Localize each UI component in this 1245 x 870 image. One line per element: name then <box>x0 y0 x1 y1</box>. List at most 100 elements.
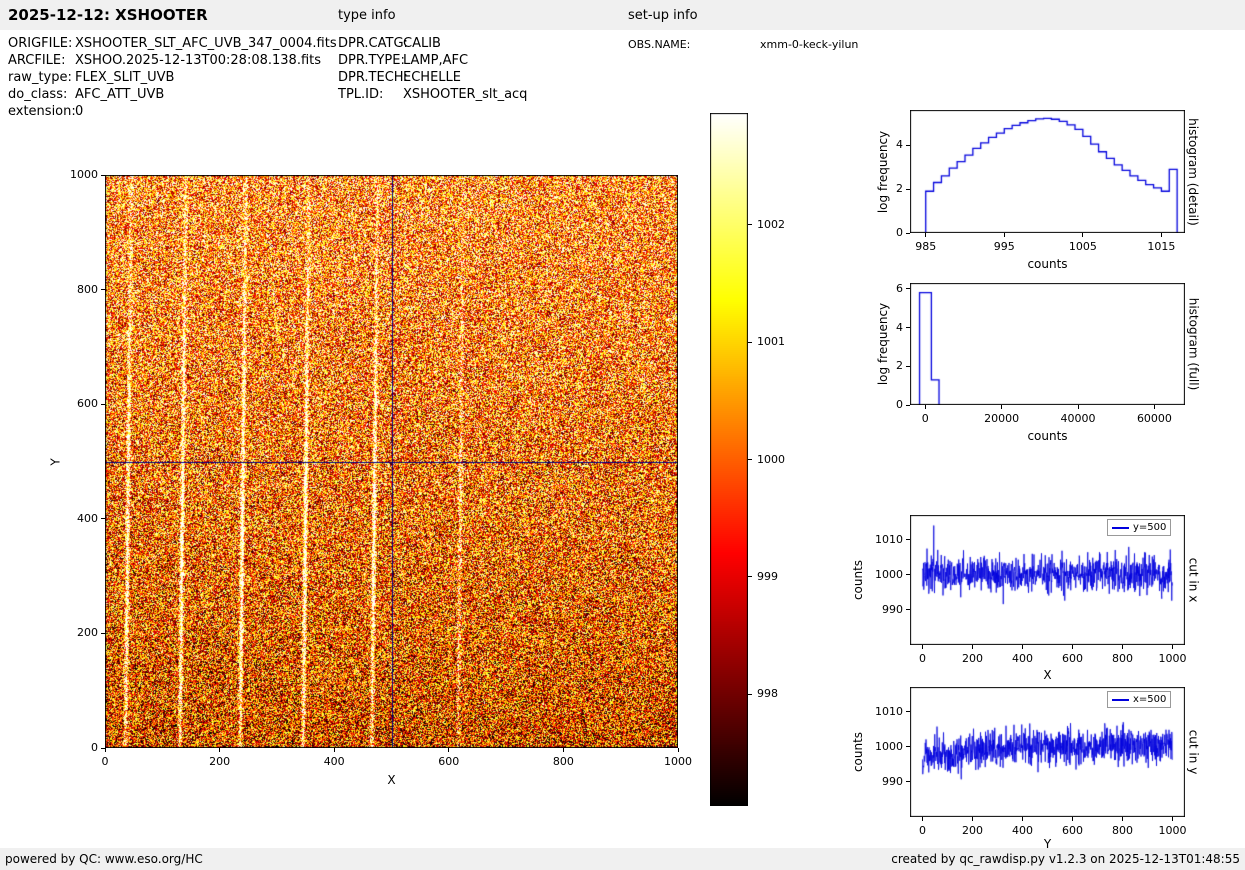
x-tick-mark <box>1022 645 1023 649</box>
x-tick-label: 20000 <box>967 412 1037 426</box>
x-tick-label: 1000 <box>643 755 713 769</box>
x-tick-mark <box>1072 817 1073 821</box>
x-tick-mark <box>1072 645 1073 649</box>
x-tick-mark <box>219 748 220 752</box>
x-tick-mark <box>922 817 923 821</box>
legend: y=500 <box>1107 519 1171 536</box>
x-tick-label: 1015 <box>1126 240 1196 254</box>
y-tick-label: 0 <box>853 226 903 240</box>
colorbar-tick-mark <box>748 576 752 577</box>
y-tick-label: 1010 <box>853 533 903 547</box>
colorbar-tick-mark <box>748 224 752 225</box>
x-tick-label: 40000 <box>1043 412 1113 426</box>
x-tick-label: 1000 <box>1138 652 1208 666</box>
y-tick-mark <box>906 405 910 406</box>
x-tick-label: 0 <box>70 755 140 769</box>
y-tick-mark <box>906 366 910 367</box>
x-tick-mark <box>1161 233 1162 237</box>
x-axis-label: Y <box>988 837 1108 852</box>
x-tick-mark <box>1004 233 1005 237</box>
legend-label: y=500 <box>1133 520 1166 535</box>
x-tick-label: 1005 <box>1048 240 1118 254</box>
x-tick-label: 400 <box>299 755 369 769</box>
colorbar-tick-mark <box>748 694 752 695</box>
y-tick-mark <box>906 145 910 146</box>
x-tick-mark <box>925 233 926 237</box>
y-tick-label: 600 <box>48 397 98 411</box>
y-tick-label: 1000 <box>48 168 98 182</box>
x-tick-mark <box>563 748 564 752</box>
x-axis-label: X <box>988 668 1108 683</box>
y-tick-mark <box>906 746 910 747</box>
x-tick-label: 985 <box>891 240 961 254</box>
histogram_detail-canvas <box>910 110 1185 233</box>
y-tick-label: 0 <box>853 398 903 412</box>
x-tick-mark <box>1001 405 1002 409</box>
colorbar-canvas <box>710 113 748 806</box>
x-axis-label: counts <box>988 429 1108 444</box>
y-tick-mark <box>906 189 910 190</box>
x-tick-label: 60000 <box>1119 412 1189 426</box>
y-tick-label: 1010 <box>853 705 903 719</box>
legend: x=500 <box>1107 691 1171 708</box>
y-axis-label: log frequency <box>876 130 890 212</box>
y-tick-mark <box>906 539 910 540</box>
y-axis-label: Y <box>48 458 62 465</box>
x-tick-label: 200 <box>185 755 255 769</box>
right-axis-label: histogram (detail) <box>1186 118 1200 226</box>
x-tick-label: 995 <box>969 240 1039 254</box>
colorbar-tick-label: 999 <box>757 570 778 584</box>
colorbar-tick-mark <box>748 342 752 343</box>
y-tick-mark <box>101 175 105 176</box>
y-tick-mark <box>906 574 910 575</box>
y-tick-label: 200 <box>48 626 98 640</box>
x-tick-label: 1000 <box>1138 824 1208 838</box>
y-tick-mark <box>906 327 910 328</box>
colorbar-tick-label: 1000 <box>757 453 785 467</box>
y-tick-label: 400 <box>48 512 98 526</box>
colorbar-tick-mark <box>748 459 752 460</box>
x-tick-label: 800 <box>528 755 598 769</box>
x-tick-mark <box>678 748 679 752</box>
y-tick-mark <box>101 633 105 634</box>
x-tick-mark <box>105 748 106 752</box>
x-axis-label: X <box>332 773 452 788</box>
y-tick-label: 990 <box>853 603 903 617</box>
y-tick-mark <box>906 711 910 712</box>
y-tick-mark <box>906 781 910 782</box>
x-tick-label: 0 <box>890 412 960 426</box>
x-tick-mark <box>1172 817 1173 821</box>
x-tick-mark <box>1022 817 1023 821</box>
colorbar-tick-label: 998 <box>757 687 778 701</box>
y-tick-mark <box>101 289 105 290</box>
histogram_full-canvas <box>910 283 1185 405</box>
x-tick-mark <box>334 748 335 752</box>
legend-line-sample <box>1112 699 1129 701</box>
x-tick-mark <box>1082 233 1083 237</box>
x-axis-label: counts <box>988 257 1108 272</box>
y-tick-mark <box>906 609 910 610</box>
x-tick-mark <box>972 645 973 649</box>
x-tick-mark <box>1172 645 1173 649</box>
colorbar-tick-label: 1001 <box>757 335 785 349</box>
colorbar-tick-label: 1002 <box>757 218 785 232</box>
y-tick-mark <box>101 518 105 519</box>
right-axis-label: cut in x <box>1186 558 1200 603</box>
right-axis-label: cut in y <box>1186 730 1200 775</box>
y-axis-label: counts <box>851 560 865 600</box>
x-tick-label: 600 <box>414 755 484 769</box>
x-tick-mark <box>1122 645 1123 649</box>
y-tick-mark <box>906 233 910 234</box>
y-tick-mark <box>906 288 910 289</box>
y-axis-label: log frequency <box>876 303 890 385</box>
legend-label: x=500 <box>1133 692 1166 707</box>
y-tick-label: 6 <box>853 282 903 296</box>
y-tick-label: 800 <box>48 283 98 297</box>
x-tick-mark <box>1154 405 1155 409</box>
raw_image-canvas <box>105 175 678 748</box>
x-tick-mark <box>448 748 449 752</box>
x-tick-mark <box>922 645 923 649</box>
x-tick-mark <box>925 405 926 409</box>
y-tick-label: 0 <box>48 741 98 755</box>
y-tick-mark <box>101 404 105 405</box>
